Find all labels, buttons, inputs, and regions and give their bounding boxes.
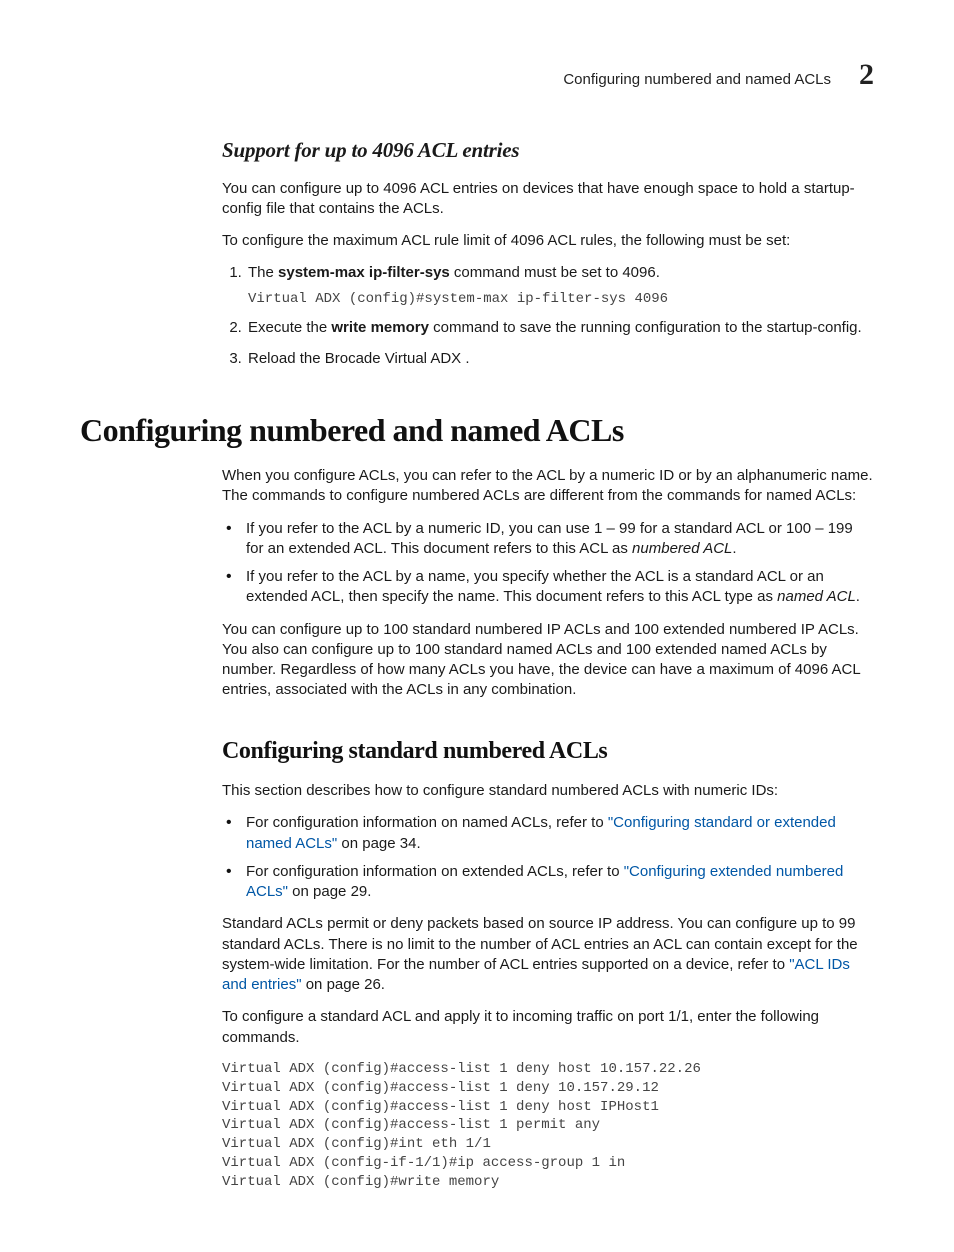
text: If you refer to the ACL by a name, you s…: [246, 568, 824, 605]
list-item: If you refer to the ACL by a numeric ID,…: [246, 519, 874, 560]
text: command to save the running configuratio…: [429, 319, 862, 336]
para: Standard ACLs permit or deny packets bas…: [222, 914, 874, 995]
text: .: [732, 540, 736, 557]
ordered-steps: The system-max ip-filter-sys command mus…: [222, 263, 874, 369]
heading-configuring-acls: Configuring numbered and named ACLs: [80, 409, 874, 452]
list-item: Reload the Brocade Virtual ADX .: [246, 349, 874, 369]
command-name: system-max ip-filter-sys: [278, 264, 450, 281]
heading-support-4096: Support for up to 4096 ACL entries: [222, 136, 874, 164]
italic-term: named ACL: [777, 588, 856, 605]
text: command must be set to 4096.: [450, 264, 660, 281]
code-line: Virtual ADX (config)#system-max ip-filte…: [248, 290, 874, 309]
bullet-list: For configuration information on named A…: [222, 813, 874, 902]
para: When you configure ACLs, you can refer t…: [222, 466, 874, 507]
running-header-title: Configuring numbered and named ACLs: [563, 70, 831, 90]
text: on page 34.: [337, 835, 420, 852]
code-block: Virtual ADX (config)#access-list 1 deny …: [222, 1060, 874, 1192]
text: For configuration information on extende…: [246, 863, 624, 880]
heading-standard-numbered: Configuring standard numbered ACLs: [222, 735, 874, 767]
para: To configure a standard ACL and apply it…: [222, 1007, 874, 1048]
text: .: [856, 588, 860, 605]
bullet-list: If you refer to the ACL by a numeric ID,…: [222, 519, 874, 608]
text: Execute the: [248, 319, 331, 336]
para: This section describes how to configure …: [222, 781, 874, 801]
text: If you refer to the ACL by a numeric ID,…: [246, 520, 853, 557]
page: Configuring numbered and named ACLs 2 Su…: [0, 0, 954, 1252]
list-item: Execute the write memory command to save…: [246, 318, 874, 338]
text: The: [248, 264, 278, 281]
running-header: Configuring numbered and named ACLs 2: [80, 60, 874, 90]
text: For configuration information on named A…: [246, 814, 608, 831]
section-support-4096: Support for up to 4096 ACL entries You c…: [222, 136, 874, 369]
text: on page 26.: [302, 976, 385, 993]
para: You can configure up to 4096 ACL entries…: [222, 179, 874, 220]
para: You can configure up to 100 standard num…: [222, 620, 874, 701]
list-item: If you refer to the ACL by a name, you s…: [246, 567, 874, 608]
para: To configure the maximum ACL rule limit …: [222, 231, 874, 251]
text: Standard ACLs permit or deny packets bas…: [222, 915, 858, 973]
command-name: write memory: [331, 319, 429, 336]
list-item: For configuration information on named A…: [246, 813, 874, 854]
italic-term: numbered ACL: [632, 540, 732, 557]
chapter-number: 2: [859, 60, 874, 90]
list-item: The system-max ip-filter-sys command mus…: [246, 263, 874, 308]
list-item: For configuration information on extende…: [246, 862, 874, 903]
section-configuring-acls-body: When you configure ACLs, you can refer t…: [222, 466, 874, 1192]
text: on page 29.: [288, 883, 371, 900]
